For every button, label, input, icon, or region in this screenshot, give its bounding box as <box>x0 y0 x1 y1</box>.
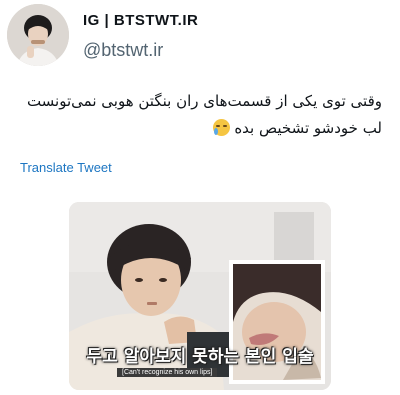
tweet-text: وقتی توی یکی از قسمت‌های ران بنگتن هوبی … <box>12 88 382 142</box>
tweet-text-line-1: وقتی توی یکی از قسمت‌های ران بنگتن هوبی … <box>26 92 382 110</box>
translate-tweet-link[interactable]: Translate Tweet <box>20 160 112 175</box>
tweet-media-image[interactable]: 두고 알아보지 못하는 본인 입술 [Can't recognize his o… <box>69 202 331 390</box>
tweet-text-line-2-content: لب خودشو تشخیص بده <box>234 119 382 137</box>
account-handle[interactable]: @btstwt.ir <box>83 40 163 61</box>
tweet-text-line-2: لب خودشو تشخیص بده <box>12 115 382 142</box>
display-name[interactable]: IG | BTSTWT.IR <box>83 12 198 29</box>
media-caption-english: [Can't recognize his own lips] <box>117 368 218 377</box>
media-caption-korean: 두고 알아보지 못하는 본인 입술 <box>86 347 314 367</box>
avatar-photo <box>7 4 69 66</box>
tear-shape <box>213 128 218 135</box>
loudly-crying-face-icon <box>212 119 230 136</box>
avatar[interactable] <box>7 4 69 66</box>
